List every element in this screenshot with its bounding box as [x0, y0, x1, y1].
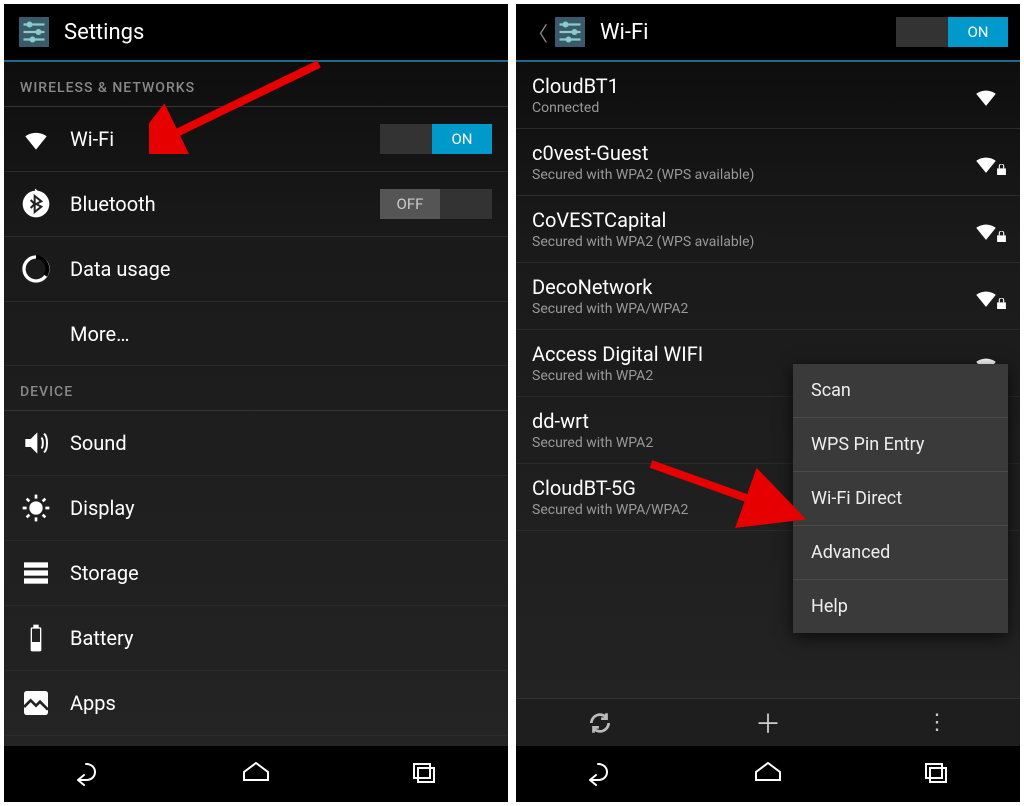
toggle-on-label: ON: [948, 17, 1008, 47]
back-caret-icon[interactable]: 〈: [528, 18, 548, 47]
home-button[interactable]: [236, 758, 276, 790]
item-apps[interactable]: Apps: [4, 671, 508, 736]
item-display[interactable]: Display: [4, 476, 508, 541]
data-usage-icon: [20, 253, 52, 285]
navigation-bar: [4, 746, 508, 802]
item-storage[interactable]: Storage: [4, 541, 508, 606]
toggle-on-label: ON: [432, 124, 492, 154]
network-status: Secured with WPA/WPA2: [532, 301, 968, 317]
back-button[interactable]: [580, 758, 620, 790]
add-network-button[interactable]: ＋: [684, 699, 852, 746]
settings-title: Settings: [64, 20, 496, 45]
recents-button[interactable]: [404, 758, 444, 790]
toggle-off-label: OFF: [380, 189, 440, 219]
network-item[interactable]: CloudBT1 Connected: [516, 62, 1020, 129]
section-wireless-networks: WIRELESS & NETWORKS: [4, 62, 508, 107]
item-sound[interactable]: Sound: [4, 411, 508, 476]
item-wifi[interactable]: Wi-Fi ON: [4, 107, 508, 172]
wifi-title: Wi-Fi: [600, 20, 896, 45]
battery-label: Battery: [70, 626, 492, 650]
item-battery[interactable]: Battery: [4, 606, 508, 671]
network-name: CloudBT1: [532, 74, 968, 98]
settings-screen: Settings WIRELESS & NETWORKS Wi-Fi ON Bl…: [4, 4, 508, 802]
settings-header: Settings: [4, 4, 508, 62]
wifi-toggle[interactable]: ON: [380, 124, 492, 154]
sound-label: Sound: [70, 431, 492, 455]
network-status: Connected: [532, 100, 968, 116]
bluetooth-icon: [20, 188, 52, 220]
menu-advanced[interactable]: Advanced: [793, 526, 1008, 580]
sound-icon: [20, 427, 52, 459]
settings-sliders-icon: [16, 14, 52, 50]
overflow-menu: Scan WPS Pin Entry Wi-Fi Direct Advanced…: [793, 364, 1008, 633]
bluetooth-label: Bluetooth: [70, 192, 380, 216]
back-button[interactable]: [68, 758, 108, 790]
section-device: DEVICE: [4, 366, 508, 411]
navigation-bar: [516, 746, 1020, 802]
battery-icon: [20, 622, 52, 654]
network-item[interactable]: DecoNetwork Secured with WPA/WPA2: [516, 263, 1020, 330]
wifi-signal-icon: [968, 84, 1004, 106]
apps-label: Apps: [70, 691, 492, 715]
wifi-signal-icon: [968, 151, 1004, 173]
display-icon: [20, 492, 52, 524]
bluetooth-toggle[interactable]: OFF: [380, 189, 492, 219]
wifi-action-bar: ＋ ⋮: [516, 698, 1020, 746]
network-name: Access Digital WIFI: [532, 342, 968, 366]
data-usage-label: Data usage: [70, 257, 492, 281]
overflow-menu-button[interactable]: ⋮: [852, 699, 1020, 746]
item-data-usage[interactable]: Data usage: [4, 237, 508, 302]
wifi-label: Wi-Fi: [70, 127, 380, 151]
wifi-icon: [20, 123, 52, 155]
settings-list: WIRELESS & NETWORKS Wi-Fi ON Bluetooth O…: [4, 62, 508, 746]
wifi-signal-icon: [968, 285, 1004, 307]
menu-scan[interactable]: Scan: [793, 364, 1008, 418]
storage-label: Storage: [70, 561, 492, 585]
menu-help[interactable]: Help: [793, 580, 1008, 633]
network-status: Secured with WPA2 (WPS available): [532, 167, 968, 183]
network-status: Secured with WPA2 (WPS available): [532, 234, 968, 250]
home-button[interactable]: [748, 758, 788, 790]
settings-sliders-icon[interactable]: [552, 14, 588, 50]
wifi-signal-icon: [968, 218, 1004, 240]
more-label: More…: [70, 322, 492, 346]
storage-icon: [20, 557, 52, 589]
network-name: DecoNetwork: [532, 275, 968, 299]
apps-icon: [20, 687, 52, 719]
menu-wps-pin[interactable]: WPS Pin Entry: [793, 418, 1008, 472]
network-item[interactable]: c0vest-Guest Secured with WPA2 (WPS avail…: [516, 129, 1020, 196]
display-label: Display: [70, 496, 492, 520]
network-item[interactable]: CoVESTCapital Secured with WPA2 (WPS avai…: [516, 196, 1020, 263]
menu-wifi-direct[interactable]: Wi-Fi Direct: [793, 472, 1008, 526]
item-more[interactable]: More…: [4, 302, 508, 366]
network-name: CoVESTCapital: [532, 208, 968, 232]
wifi-master-toggle[interactable]: ON: [896, 17, 1008, 47]
wifi-screen: 〈 Wi-Fi ON CloudBT1 Connected c0vest-Guest…: [516, 4, 1020, 802]
refresh-button[interactable]: [516, 699, 684, 746]
network-name: c0vest-Guest: [532, 141, 968, 165]
wifi-header: 〈 Wi-Fi ON: [516, 4, 1020, 62]
item-bluetooth[interactable]: Bluetooth OFF: [4, 172, 508, 237]
recents-button[interactable]: [916, 758, 956, 790]
